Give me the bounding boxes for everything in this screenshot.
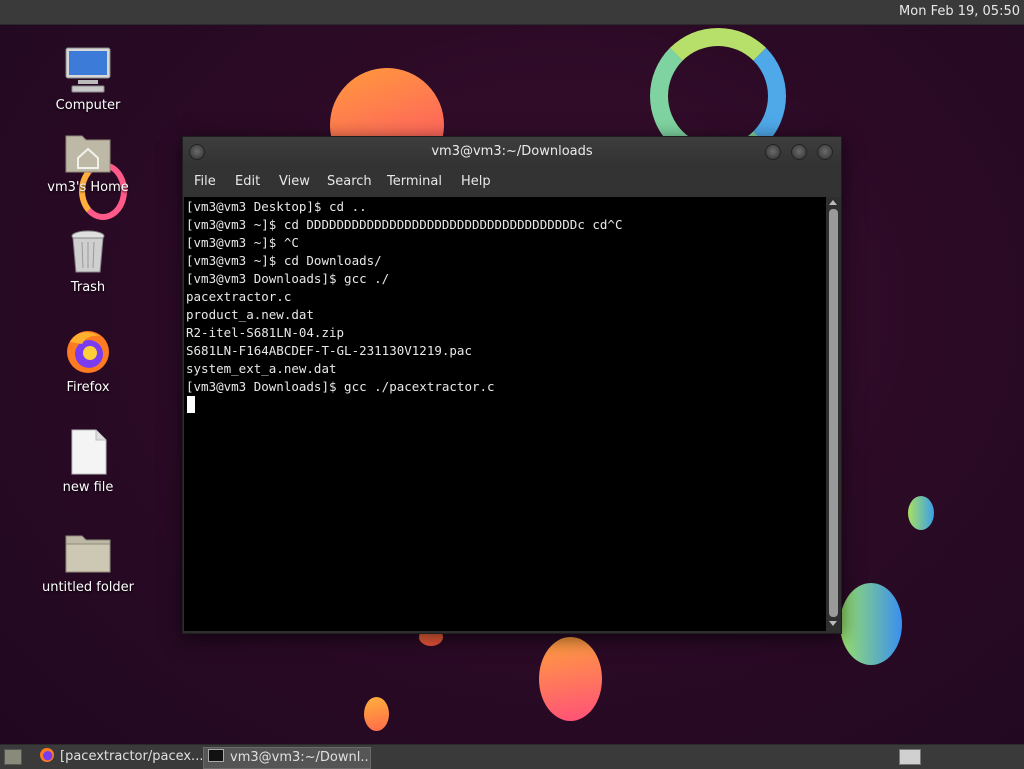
terminal-line: pacextractor.c bbox=[186, 289, 292, 304]
scroll-down-arrow[interactable] bbox=[829, 621, 837, 626]
terminal-line: S681LN-F164ABCDEF-T-GL-231130V1219.pac bbox=[186, 343, 472, 358]
desktop-icon-label: Firefox bbox=[66, 380, 110, 395]
taskbar-item-terminal[interactable]: vm3@vm3:~/Downl... bbox=[203, 747, 371, 769]
desktop-icon-untitled-folder[interactable]: untitled folder bbox=[28, 528, 148, 595]
wallpaper-large-green-blue bbox=[840, 583, 902, 665]
wallpaper-green-blue-drop bbox=[908, 496, 934, 530]
computer-icon bbox=[64, 46, 112, 94]
show-desktop-icon[interactable] bbox=[4, 749, 22, 765]
menu-view[interactable]: View bbox=[279, 174, 310, 189]
terminal-line: [vm3@vm3 ~]$ cd Downloads/ bbox=[186, 253, 382, 268]
wallpaper-small-orange bbox=[364, 697, 389, 731]
menu-file[interactable]: File bbox=[194, 174, 216, 189]
terminal-line: [vm3@vm3 ~]$ ^C bbox=[186, 235, 299, 250]
file-icon bbox=[64, 428, 112, 476]
terminal-window[interactable]: vm3@vm3:~/Downloads File Edit View Searc… bbox=[182, 136, 842, 634]
desktop-icon-new-file[interactable]: new file bbox=[28, 428, 148, 495]
folder-icon bbox=[64, 528, 112, 576]
scroll-up-arrow[interactable] bbox=[829, 200, 837, 205]
terminal-cursor bbox=[187, 396, 195, 413]
scroll-thumb[interactable] bbox=[829, 209, 838, 617]
desktop-icon-label: vm3's Home bbox=[47, 180, 129, 195]
terminal-line: [vm3@vm3 ~]$ cd DDDDDDDDDDDDDDDDDDDDDDDD… bbox=[186, 217, 623, 232]
firefox-icon bbox=[64, 328, 112, 376]
maximize-button[interactable] bbox=[791, 144, 807, 160]
menu-search[interactable]: Search bbox=[327, 174, 372, 189]
terminal-icon bbox=[208, 749, 224, 762]
terminal-line: system_ext_a.new.dat bbox=[186, 361, 337, 376]
top-panel: Mon Feb 19, 05:50 bbox=[0, 0, 1024, 25]
menu-terminal[interactable]: Terminal bbox=[387, 174, 442, 189]
close-button[interactable] bbox=[817, 144, 833, 160]
terminal-scrollbar[interactable] bbox=[827, 197, 840, 631]
desktop-icon-label: Computer bbox=[55, 98, 121, 113]
menu-edit[interactable]: Edit bbox=[235, 174, 260, 189]
workspace-switcher[interactable] bbox=[899, 749, 921, 765]
terminal-line: [vm3@vm3 Downloads]$ gcc ./pacextractor.… bbox=[186, 379, 495, 394]
desktop-icon-home[interactable]: vm3's Home bbox=[28, 128, 148, 195]
desktop-icon-trash[interactable]: Trash bbox=[28, 228, 148, 295]
menu-bar: File Edit View Search Terminal Help bbox=[183, 167, 841, 197]
desktop-icon-label: Trash bbox=[70, 280, 106, 295]
window-title: vm3@vm3:~/Downloads bbox=[431, 144, 593, 159]
clock[interactable]: Mon Feb 19, 05:50 bbox=[899, 4, 1020, 19]
menu-help[interactable]: Help bbox=[461, 174, 491, 189]
firefox-icon bbox=[40, 748, 54, 762]
desktop-icon-firefox[interactable]: Firefox bbox=[28, 328, 148, 395]
home-folder-icon bbox=[64, 128, 112, 176]
taskbar-item-label: [pacextractor/pacex... bbox=[60, 749, 202, 764]
terminal-line: [vm3@vm3 Desktop]$ cd .. bbox=[186, 199, 367, 214]
terminal-output[interactable]: [vm3@vm3 Desktop]$ cd .. [vm3@vm3 ~]$ cd… bbox=[184, 197, 826, 631]
taskbar-item-label: vm3@vm3:~/Downl... bbox=[230, 750, 371, 765]
wallpaper-orange-oval bbox=[539, 637, 602, 721]
terminal-line: [vm3@vm3 Downloads]$ gcc ./ bbox=[186, 271, 390, 286]
window-titlebar[interactable]: vm3@vm3:~/Downloads bbox=[183, 137, 841, 167]
taskbar-item-firefox[interactable]: [pacextractor/pacex... bbox=[36, 747, 202, 767]
trash-icon bbox=[64, 228, 112, 276]
minimize-button[interactable] bbox=[765, 144, 781, 160]
taskbar: [pacextractor/pacex... vm3@vm3:~/Downl..… bbox=[0, 744, 1024, 769]
desktop-icon-computer[interactable]: Computer bbox=[28, 46, 148, 113]
terminal-line: R2-itel-S681LN-04.zip bbox=[186, 325, 345, 340]
desktop-icon-label: untitled folder bbox=[41, 580, 134, 595]
terminal-line: product_a.new.dat bbox=[186, 307, 314, 322]
desktop-icon-label: new file bbox=[62, 480, 114, 495]
